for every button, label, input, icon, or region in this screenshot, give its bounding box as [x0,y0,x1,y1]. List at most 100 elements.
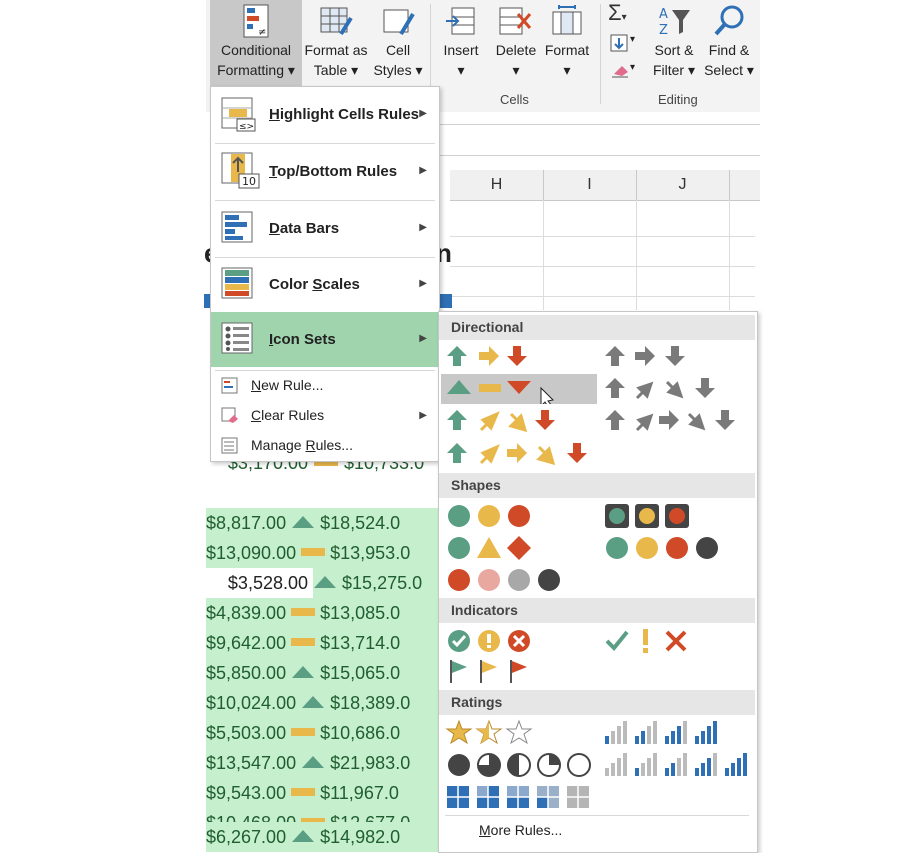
icon-set-3-signs[interactable] [445,533,595,563]
submenu-arrow-icon: ▶ [419,165,427,176]
icon-set-3-traffic-lights-unrimmed[interactable] [445,501,595,531]
menu-item-top-bottom-rules[interactable]: 10 Top/Bottom Rules ▶ [211,144,439,199]
highlighted-cell: $15,275.0 [313,568,440,598]
delete-button[interactable]: Delete ▾ [490,4,542,80]
amount-cell[interactable]: $10,024.00 [206,693,296,713]
menu-item-data-bars[interactable]: Data Bars ▶ [211,201,439,256]
menu-item-clear-rules[interactable]: Clear Rules ▶ [211,402,439,430]
amount-cell[interactable]: $21,983.0 [330,753,410,773]
amount-cell[interactable]: $8,817.00 [206,513,286,533]
insert-button[interactable]: Insert ▾ [436,4,486,80]
menu-item-highlight-cells-rules[interactable]: ≤> Highlight Cells Rules ▶ [211,87,439,142]
icon-set-4-traffic-lights[interactable] [605,533,755,563]
svg-text:≠: ≠ [258,27,266,38]
arrows-4-gray-icons [605,378,715,400]
icon-set-4-ratings[interactable] [605,718,755,748]
amount-cell[interactable]: $10,686.0 [320,723,400,743]
table-row: $13,090.00 $13,953.0 [206,538,438,568]
amount-cell[interactable]: $11,967.0 [320,783,399,803]
amount-cell[interactable]: $18,524.0 [320,513,400,533]
menu-item-manage-rules[interactable]: Manage Rules... [211,432,439,460]
amount-cell[interactable]: $4,839.00 [206,603,286,623]
menu-separator [445,815,749,816]
amount-cell[interactable]: $15,065.0 [320,663,400,683]
table-row: $5,503.00 $10,686.0 [206,718,438,748]
column-header-j[interactable]: J [636,170,730,200]
cell-styles-button[interactable]: Cell Styles ▾ [370,4,426,80]
autosum-button[interactable]: Σ▾ [608,0,648,26]
icon-set-4-arrows-gray[interactable] [605,374,755,404]
icon-set-3-traffic-lights-rimmed[interactable] [605,501,755,531]
sort-filter-button[interactable]: A Z Sort & Filter ▾ [648,4,700,80]
icon-set-3-stars[interactable] [445,718,595,748]
amount-cell[interactable]: $3,528.00 [206,568,308,598]
column-header-h[interactable]: H [450,170,544,200]
amount-cell[interactable]: $13,714.0 [320,633,400,653]
submenu-arrow-icon: ▶ [419,278,427,289]
amount-cell[interactable]: $5,503.00 [206,723,286,743]
icon-set-5-boxes[interactable] [445,782,605,812]
icon-set-3-flags[interactable] [445,656,595,686]
icon-set-3-arrows-colored[interactable] [443,342,593,372]
conditional-formatting-icon: ≠ [243,4,269,38]
fill-down-icon [610,34,628,52]
icon-set-5-arrows-gray[interactable] [605,406,755,436]
icon-set-3-arrows-gray[interactable] [605,342,755,372]
table-row: $3,528.00 $15,275.0 [206,568,440,598]
amount-cell[interactable]: $5,850.00 [206,663,286,683]
find-select-button[interactable]: Find & Select ▾ [702,4,756,80]
gridline [450,236,755,237]
table-row: $13,547.00 $21,983.0 [206,748,438,778]
menu-item-icon-sets[interactable]: Icon Sets ▶ [211,312,439,367]
icon-set-5-quarters[interactable] [445,750,601,780]
signal-bars-4-icons [605,721,717,744]
delete-cells-icon [499,7,532,35]
menu-item-label: Top/Bottom Rules [269,163,398,180]
menu-item-color-scales[interactable]: Color Scales ▶ [211,258,439,311]
icon-set-red-to-black[interactable] [445,565,595,595]
gridline [543,200,544,310]
icon-set-5-ratings[interactable] [605,750,755,780]
amount-cell[interactable]: $13,085.0 [320,603,400,623]
icon-set-4-arrows-colored[interactable] [443,406,593,436]
column-header-i[interactable]: I [543,170,637,200]
magnifier-icon [714,5,744,36]
menu-separator [215,370,435,371]
fill-button[interactable]: ▾ [610,34,650,55]
format-button[interactable]: Format ▾ [540,4,594,80]
menu-item-new-rule[interactable]: New Rule... [211,372,439,400]
conditional-formatting-button[interactable]: ≠ Conditional Formatting ▾ [210,4,302,80]
ribbon-separator [600,4,601,104]
signs-icons [448,536,531,560]
amount-cell[interactable]: $9,543.00 [206,783,286,803]
clear-button[interactable]: ▾ [610,62,650,81]
new-rule-icon [221,377,238,394]
more-rules-link[interactable]: More Rules... [479,822,562,838]
amount-cell[interactable]: $6,267.00 [206,827,286,847]
format-as-table-button[interactable]: Format as Table ▾ [300,4,372,80]
section-header-indicators: Indicators [439,598,755,623]
conditional-formatting-label-1: Conditional [220,42,292,58]
arrows-5-colored-icons [447,443,587,466]
amount-cell[interactable]: $13,547.00 [206,753,296,773]
amount-cell[interactable]: $18,389.0 [330,693,410,713]
amount-cell[interactable]: $13,090.00 [206,543,296,563]
icon-set-3-symbols-uncircled[interactable] [605,626,755,656]
formula-bar[interactable] [440,124,760,156]
amount-cell[interactable]: $15,275.0 [342,573,422,593]
amount-cell[interactable]: $14,982.0 [320,827,400,847]
icon-set-3-symbols-circled[interactable] [445,626,595,656]
menu-item-label: Color Scales [269,276,360,293]
highlight-cells-icon: ≤> [221,97,256,132]
insert-dropdown-icon: ▾ [457,62,465,78]
conditional-formatting-label-2: Formatting ▾ [217,62,295,78]
submenu-arrow-icon: ▶ [419,108,427,119]
conditional-formatting-menu: ≤> Highlight Cells Rules ▶ 10 Top/Bottom… [210,86,440,462]
amount-cell[interactable]: $9,642.00 [206,633,286,653]
up-triangle-icon [314,576,337,588]
amount-cell[interactable]: $13,953.0 [330,543,410,563]
sort-filter-label-1: Sort & [654,42,694,58]
arrows-colored-icons [447,346,527,366]
icon-set-5-arrows-colored[interactable] [443,439,603,469]
icon-set-3-triangles[interactable] [441,374,597,409]
